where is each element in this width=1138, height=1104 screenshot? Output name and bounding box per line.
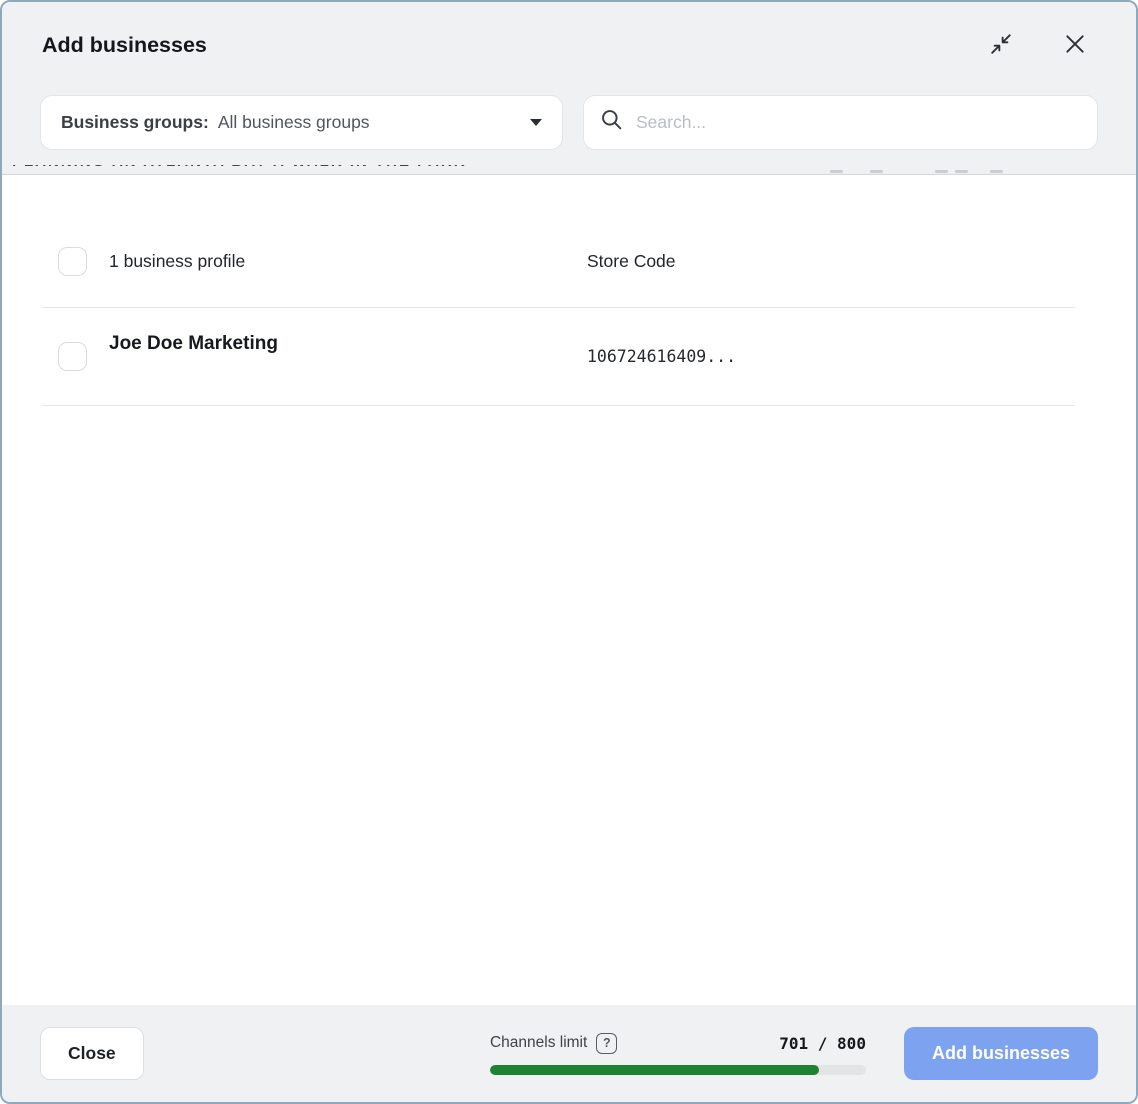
help-icon[interactable]: ? bbox=[596, 1033, 617, 1054]
clipped-scrolled-row: PLANNING AN ATLANTA BAY A WALK IN THE PA… bbox=[12, 165, 1134, 173]
modal-header: Add businesses bbox=[2, 2, 1136, 175]
business-cell: Joe Doe Marketing bbox=[42, 342, 587, 371]
business-groups-dropdown[interactable]: Business groups: All business groups bbox=[40, 95, 563, 150]
select-all-checkbox[interactable] bbox=[58, 247, 87, 276]
clipped-icon-sliver bbox=[870, 170, 883, 173]
chevron-down-icon bbox=[530, 119, 542, 126]
search-input[interactable] bbox=[636, 112, 1081, 133]
store-code-column-label: Store Code bbox=[587, 251, 676, 271]
row-divider bbox=[42, 405, 1075, 406]
clipped-icon-sliver bbox=[830, 170, 843, 173]
collapse-button[interactable] bbox=[988, 32, 1014, 58]
screen: Add businesses bbox=[0, 0, 1138, 1104]
search-icon bbox=[600, 108, 636, 137]
business-groups-value: All business groups bbox=[218, 112, 370, 133]
filter-row: Business groups: All business groups bbox=[40, 95, 1098, 150]
title-icons bbox=[988, 32, 1088, 58]
search-field[interactable] bbox=[583, 95, 1098, 150]
selection-count-label: 1 business profile bbox=[109, 251, 245, 272]
title-row: Add businesses bbox=[2, 2, 1136, 58]
store-code-cell: 106724616409... bbox=[587, 347, 1096, 367]
channels-progress-fill bbox=[490, 1065, 819, 1075]
table-row[interactable]: Joe Doe Marketing 106724616409... bbox=[2, 308, 1136, 405]
close-modal-button[interactable] bbox=[1062, 32, 1088, 58]
table-header-row: 1 business profile Store Code bbox=[2, 175, 1136, 307]
business-list: 1 business profile Store Code Joe Doe Ma… bbox=[2, 175, 1136, 1005]
clipped-icon-sliver bbox=[955, 170, 968, 173]
add-businesses-button[interactable]: Add businesses bbox=[904, 1027, 1098, 1080]
close-button[interactable]: Close bbox=[40, 1027, 144, 1080]
channels-limit-row: Channels limit ? 701 / 800 bbox=[490, 1033, 866, 1054]
clipped-icon-sliver bbox=[990, 170, 1003, 173]
collapse-icon bbox=[990, 33, 1012, 58]
business-name: Joe Doe Marketing bbox=[109, 333, 278, 355]
store-code-value: 106724616409... bbox=[587, 347, 736, 366]
modal-footer: Close Channels limit ? 701 / 800 Add bus… bbox=[2, 1005, 1136, 1102]
close-icon bbox=[1064, 33, 1086, 58]
channels-limit-label: Channels limit bbox=[490, 1034, 587, 1052]
row-checkbox[interactable] bbox=[58, 342, 87, 371]
store-code-header-cell: Store Code bbox=[587, 251, 1096, 272]
clipped-icon-sliver bbox=[935, 170, 948, 173]
channels-usage-count: 701 / 800 bbox=[779, 1034, 866, 1053]
channels-limit-block: Channels limit ? 701 / 800 bbox=[490, 1033, 866, 1075]
select-all-cell: 1 business profile bbox=[42, 247, 587, 276]
add-businesses-modal: Add businesses bbox=[0, 0, 1138, 1104]
business-groups-label: Business groups: bbox=[61, 112, 209, 133]
channels-progress-track bbox=[490, 1065, 866, 1075]
modal-title: Add businesses bbox=[42, 33, 207, 58]
